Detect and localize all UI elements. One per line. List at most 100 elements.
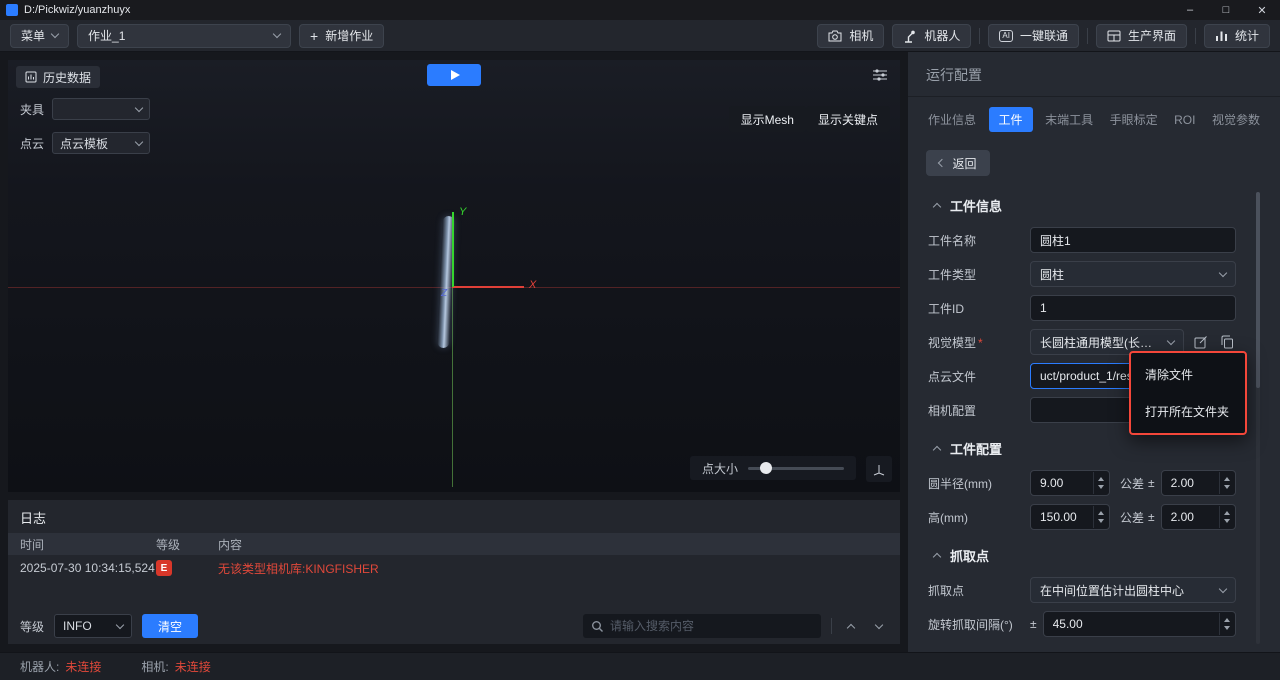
log-title: 日志 (8, 500, 900, 533)
workpiece-name-label: 工件名称 (928, 232, 1030, 249)
main-content: 历史数据 夹具 点云 点云模 (0, 52, 1280, 652)
log-search-box (583, 614, 821, 638)
workpiece-id-label: 工件ID (928, 300, 1030, 317)
axis-gizmo-button[interactable] (866, 456, 892, 482)
x-axis-label: X (529, 279, 536, 291)
stepper[interactable] (1219, 472, 1234, 494)
log-col-level: 等级 (156, 536, 218, 553)
section-workpiece-info[interactable]: 工件信息 (934, 196, 1236, 215)
tab-hand-eye-calibration[interactable]: 手眼标定 (1106, 107, 1162, 132)
add-job-button[interactable]: + 新增作业 (299, 24, 384, 48)
back-button[interactable]: 返回 (926, 150, 990, 176)
clear-log-button[interactable]: 清空 (142, 614, 198, 638)
radius-input[interactable] (1030, 470, 1110, 496)
field-workpiece-type: 工件类型 圆柱 (928, 261, 1236, 287)
tab-vision-params[interactable]: 视觉参数 (1208, 107, 1264, 132)
add-job-label: 新增作业 (325, 27, 373, 44)
left-column: 历史数据 夹具 点云 点云模 (0, 52, 908, 652)
workpiece-type-select[interactable]: 圆柱 (1030, 261, 1236, 287)
show-mesh-button[interactable]: 显示Mesh (729, 106, 806, 132)
log-row[interactable]: 2025-07-30 10:34:15,524 E 无该类型相机库:KINGFI… (8, 555, 900, 581)
stepper[interactable] (1219, 506, 1234, 528)
tab-job-info[interactable]: 作业信息 (924, 107, 980, 132)
vision-model-label-text: 视觉模型 (928, 336, 976, 350)
stepper-up-icon (1098, 477, 1104, 481)
stepper-down-icon (1224, 626, 1230, 630)
search-next-button[interactable] (870, 617, 888, 635)
stepper[interactable] (1219, 613, 1234, 635)
toolbar: 菜单 作业_1 + 新增作业 相机 机器人 AI 一键联通 生产界面 (0, 20, 1280, 52)
search-prev-button[interactable] (842, 617, 860, 635)
section-workpiece-config[interactable]: 工件配置 (934, 439, 1236, 458)
footer-divider (831, 618, 832, 634)
height-input[interactable] (1030, 504, 1110, 530)
fixture-select[interactable] (52, 98, 150, 120)
stepper[interactable] (1093, 506, 1108, 528)
tab-end-tool[interactable]: 末端工具 (1041, 107, 1097, 132)
edit-model-button[interactable] (1192, 333, 1210, 351)
scrollbar-thumb[interactable] (1256, 192, 1260, 388)
show-keypoints-button[interactable]: 显示关键点 (806, 106, 890, 132)
workpiece-name-input-wrap (1030, 227, 1236, 253)
height-tolerance-field[interactable] (1171, 510, 1217, 524)
run-button[interactable] (427, 64, 481, 86)
close-button[interactable]: ✕ (1244, 0, 1280, 20)
copy-model-button[interactable] (1218, 333, 1236, 351)
rotation-interval-label: 旋转抓取间隔(°) (928, 616, 1030, 633)
pointcloud-select[interactable]: 点云模板 (52, 132, 150, 154)
menu-item-clear-file[interactable]: 清除文件 (1131, 356, 1245, 393)
viewport-3d[interactable]: 历史数据 夹具 点云 点云模 (8, 60, 900, 492)
workpiece-name-input[interactable] (1040, 233, 1226, 247)
section-workpiece-config-title: 工件配置 (950, 439, 1002, 458)
radius-label: 圆半径(mm) (928, 475, 1030, 492)
radius-input-field[interactable] (1040, 476, 1091, 490)
field-grasp-point: 抓取点 在中间位置估计出圆柱中心 (928, 577, 1236, 603)
job-select[interactable]: 作业_1 (77, 24, 291, 48)
height-tolerance-input[interactable] (1161, 504, 1236, 530)
ai-icon: AI (999, 30, 1013, 42)
collapse-icon (933, 203, 941, 211)
menu-item-open-folder[interactable]: 打开所在文件夹 (1131, 393, 1245, 430)
x-axis (452, 286, 524, 288)
robot-button[interactable]: 机器人 (892, 24, 971, 48)
stepper-up-icon (1098, 511, 1104, 515)
panel-scrollbar[interactable] (1256, 192, 1260, 644)
tab-workpiece[interactable]: 工件 (989, 107, 1033, 132)
stepper-up-icon (1224, 477, 1230, 481)
camera-config-label: 相机配置 (928, 402, 1030, 419)
camera-button[interactable]: 相机 (817, 24, 884, 48)
workpiece-id-input[interactable] (1040, 301, 1226, 315)
one-key-link-button[interactable]: AI 一键联通 (988, 24, 1079, 48)
rotation-interval-field[interactable] (1053, 617, 1217, 631)
radius-tolerance-input[interactable] (1161, 470, 1236, 496)
radius-tolerance-field[interactable] (1171, 476, 1217, 490)
vision-model-label: 视觉模型* (928, 334, 1030, 351)
history-data-button[interactable]: 历史数据 (16, 66, 100, 88)
chevron-down-icon (51, 30, 59, 38)
titlebar: D:/Pickwiz/yuanzhuyx – □ ✕ (0, 0, 1280, 20)
height-input-field[interactable] (1040, 510, 1091, 524)
minimize-button[interactable]: – (1172, 0, 1208, 20)
pointcloud-row: 点云 点云模板 (20, 132, 150, 154)
maximize-button[interactable]: □ (1208, 0, 1244, 20)
slider-knob[interactable] (760, 462, 772, 474)
chevron-down-icon (135, 103, 143, 111)
point-size-slider[interactable] (748, 467, 844, 470)
stats-button[interactable]: 统计 (1204, 24, 1270, 48)
window-title: D:/Pickwiz/yuanzhuyx (24, 4, 130, 16)
log-search-input[interactable] (610, 619, 813, 633)
collapse-icon (933, 553, 941, 561)
menu-button[interactable]: 菜单 (10, 24, 69, 48)
display-settings-button[interactable] (872, 68, 888, 82)
stepper[interactable] (1093, 472, 1108, 494)
production-view-button[interactable]: 生产界面 (1096, 24, 1187, 48)
tab-roi[interactable]: ROI (1170, 109, 1199, 131)
section-grasp-point[interactable]: 抓取点 (934, 546, 1236, 565)
level-filter-select[interactable]: INFO (54, 614, 132, 638)
stepper-down-icon (1098, 519, 1104, 523)
stats-button-label: 统计 (1235, 27, 1259, 44)
grasp-point-select[interactable]: 在中间位置估计出圆柱中心 (1030, 577, 1236, 603)
field-workpiece-id: 工件ID (928, 295, 1236, 321)
window-controls: – □ ✕ (1172, 0, 1280, 20)
rotation-interval-input[interactable] (1043, 611, 1236, 637)
